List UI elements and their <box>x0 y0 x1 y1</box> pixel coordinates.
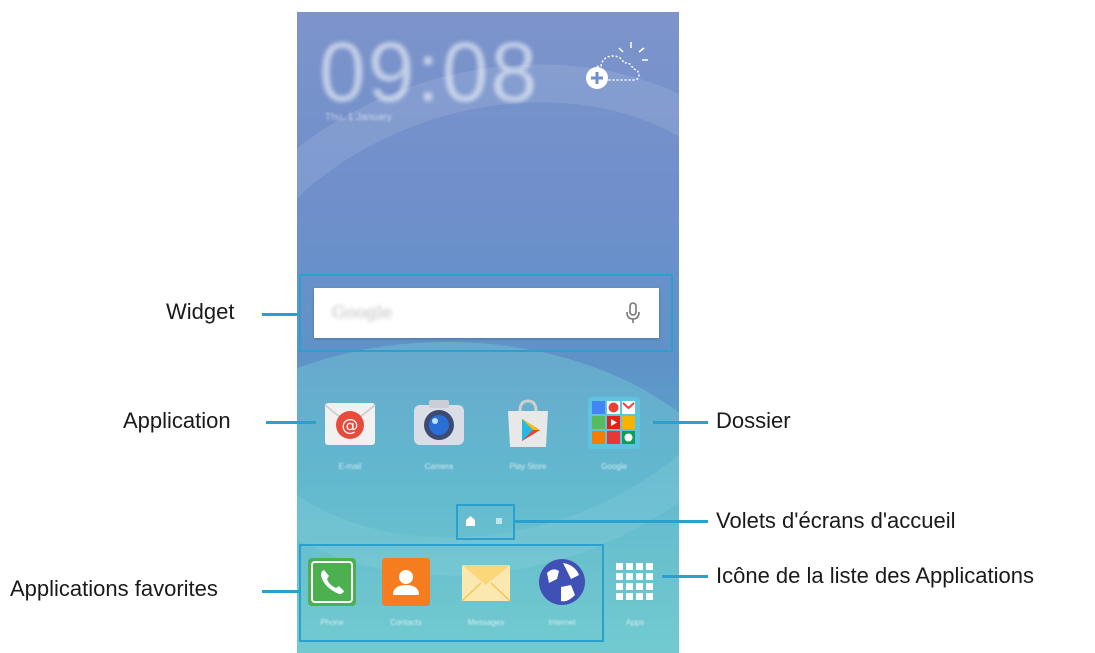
callout-folder: Dossier <box>716 408 791 433</box>
date-label: Thu, 1 January <box>325 112 392 123</box>
app-email[interactable]: @ E-mail <box>315 395 385 471</box>
weather-add-icon[interactable] <box>579 40 651 94</box>
callout-panels: Volets d'écrans d'accueil <box>716 508 956 533</box>
app-camera[interactable]: Camera <box>404 395 474 471</box>
page-dot-icon <box>496 518 502 524</box>
clock-widget[interactable]: 09:08 <box>319 24 539 121</box>
apps-button[interactable]: Apps <box>600 557 670 627</box>
camera-icon <box>414 400 464 445</box>
app-label: Apps <box>625 618 645 627</box>
page-indicator[interactable] <box>458 506 512 537</box>
callout-apps-list: Icône de la liste des Applications <box>716 563 1034 588</box>
callout-line-panels <box>515 520 708 523</box>
microphone-icon[interactable] <box>625 301 641 330</box>
callout-favorites: Applications favorites <box>10 576 218 601</box>
play-store-icon <box>508 399 548 447</box>
callout-line-folder <box>653 421 708 424</box>
app-label: Play Store <box>509 462 547 471</box>
app-label: Camera <box>424 462 454 471</box>
app-play-store[interactable]: Play Store <box>493 395 563 471</box>
home-indicator-icon <box>466 516 475 526</box>
favorites-highlight <box>299 544 604 642</box>
app-label: Google <box>601 462 627 471</box>
page-indicator-highlight <box>456 504 515 540</box>
callout-line-favorites <box>262 590 299 593</box>
folder-icon <box>588 397 640 449</box>
apps-grid-icon <box>616 563 653 600</box>
email-icon: @ <box>324 403 376 445</box>
callout-line-widget <box>262 313 299 316</box>
search-placeholder: Google <box>332 303 393 323</box>
google-search-widget[interactable]: Google <box>314 288 659 338</box>
widget-highlight: Google <box>299 274 673 352</box>
callout-widget: Widget <box>166 299 235 324</box>
folder-google[interactable]: Google <box>579 395 649 471</box>
callout-line-application <box>266 421 316 424</box>
app-label: E-mail <box>338 462 362 471</box>
svg-text:@: @ <box>342 416 359 436</box>
callout-application: Application <box>123 408 231 433</box>
